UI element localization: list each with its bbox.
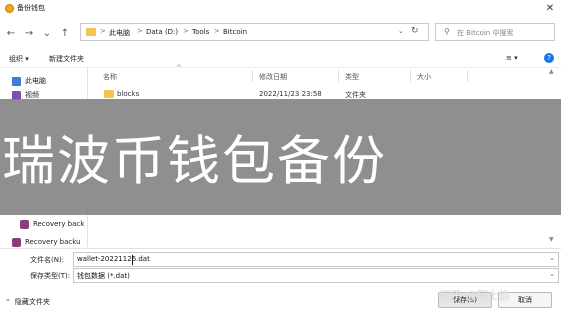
sort-arrow-icon: ^	[176, 64, 182, 72]
filename-value: wallet-20221126.dat	[77, 255, 150, 263]
column-divider[interactable]	[338, 70, 339, 82]
column-divider[interactable]	[252, 70, 253, 82]
chevron-down-icon[interactable]: ⌄	[549, 254, 555, 262]
close-button[interactable]: ✕	[540, 1, 560, 16]
breadcrumb-separator: >	[183, 27, 189, 35]
search-icon: ⚲	[444, 27, 450, 36]
chevron-down-icon[interactable]: ⌄	[549, 270, 555, 278]
folder-icon	[86, 28, 96, 36]
breadcrumb-this-pc[interactable]: 此电脑	[109, 28, 130, 38]
sidebar-item-label: Recovery backu	[25, 238, 81, 246]
up-button[interactable]: ↑	[58, 26, 72, 40]
sidebar-item-label: Recovery back	[33, 220, 85, 228]
sidebar-item-recovery-2[interactable]: Recovery backu	[12, 236, 81, 248]
breadcrumb-data-drive[interactable]: Data (D:)	[146, 28, 178, 36]
sidebar-item-recovery-1[interactable]: Recovery back	[20, 218, 84, 230]
chevron-up-icon: ⌃	[5, 298, 11, 306]
folder-icon	[104, 90, 114, 98]
computer-icon	[12, 76, 21, 86]
app-icon	[5, 4, 14, 13]
drive-icon	[12, 237, 21, 247]
recent-locations-button[interactable]: ⌄	[40, 26, 54, 40]
file-name: blocks	[117, 90, 140, 98]
breadcrumb-tools[interactable]: Tools	[192, 28, 209, 36]
column-divider[interactable]	[467, 70, 468, 82]
breadcrumb-separator: >	[214, 27, 220, 35]
text-cursor	[132, 255, 133, 265]
file-modified: 2022/11/23 23:58	[259, 90, 322, 98]
address-dropdown-icon[interactable]: ⌄	[398, 27, 404, 35]
column-size[interactable]: 大小	[417, 72, 431, 82]
breadcrumb-separator: >	[137, 27, 143, 35]
watermark-text: 知乎 @阿士伯	[440, 289, 510, 302]
sidebar-item-this-pc[interactable]: 此电脑	[12, 75, 46, 87]
refresh-icon[interactable]: ↻	[411, 26, 419, 36]
forward-button[interactable]: →	[22, 26, 36, 40]
search-input[interactable]: ⚲ 在 Bitcoin 中搜索	[435, 23, 555, 41]
address-bar[interactable]: > 此电脑 > Data (D:) > Tools > Bitcoin ⌄ ↻	[80, 23, 429, 41]
banner-title: 瑞波币钱包备份	[2, 131, 387, 192]
column-type[interactable]: 类型	[345, 72, 359, 82]
hide-folders-toggle[interactable]: ⌃ 隐藏文件夹	[5, 297, 50, 307]
title-banner: 瑞波币钱包备份	[0, 99, 561, 215]
column-modified[interactable]: 修改日期	[259, 72, 287, 82]
help-button[interactable]: ?	[544, 53, 554, 63]
column-divider[interactable]	[410, 70, 411, 82]
command-bar: 组织 ▾ 新建文件夹 ≡ ▾ ?	[0, 50, 561, 68]
filetype-value: 钱包数据 (*.dat)	[77, 272, 130, 280]
new-folder-button[interactable]: 新建文件夹	[49, 54, 84, 64]
filetype-label: 保存类型(T):	[30, 272, 71, 280]
column-name[interactable]: 名称	[103, 72, 117, 82]
scroll-up-icon[interactable]: ▲	[549, 68, 554, 75]
back-button[interactable]: ←	[4, 26, 18, 40]
save-panel: 文件名(N): wallet-20221126.dat ⌄ 保存类型(T): 钱…	[0, 248, 561, 315]
sidebar-item-label: 此电脑	[25, 77, 46, 85]
filetype-select[interactable]: 钱包数据 (*.dat) ⌄	[73, 268, 559, 283]
title-bar: 备份钱包 ✕	[0, 0, 561, 17]
drive-icon	[20, 219, 29, 229]
organize-button[interactable]: 组织 ▾	[9, 54, 29, 64]
breadcrumb-bitcoin[interactable]: Bitcoin	[223, 28, 247, 36]
breadcrumb-separator: >	[100, 27, 106, 35]
filename-label: 文件名(N):	[30, 256, 65, 264]
window-title: 备份钱包	[17, 4, 45, 12]
hide-folders-label: 隐藏文件夹	[14, 298, 50, 306]
filename-input[interactable]: wallet-20221126.dat ⌄	[73, 252, 559, 267]
search-placeholder: 在 Bitcoin 中搜索	[457, 29, 514, 37]
scroll-down-icon[interactable]: ▼	[549, 236, 554, 243]
view-options-button[interactable]: ≡ ▾	[506, 54, 518, 62]
column-header-row: ^ 名称 修改日期 类型 大小	[88, 64, 561, 84]
